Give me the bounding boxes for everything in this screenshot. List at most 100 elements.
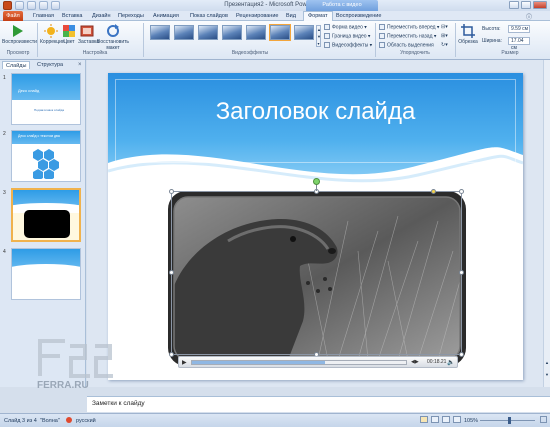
- correction-button[interactable]: Коррекция: [40, 24, 65, 45]
- step-back-icon[interactable]: ◀▶: [411, 359, 419, 365]
- video-style-thumb[interactable]: [150, 25, 170, 40]
- color-button[interactable]: Цвет: [61, 24, 77, 45]
- tab-insert[interactable]: Вставка: [62, 12, 82, 20]
- volume-icon[interactable]: 🔈: [447, 359, 454, 366]
- vertical-scrollbar[interactable]: ▲ ▼: [543, 60, 550, 387]
- video-style-thumb[interactable]: [222, 25, 242, 40]
- resize-handle[interactable]: [459, 189, 464, 194]
- help-icon[interactable]: ⓘ: [526, 12, 532, 21]
- scroll-prev-slide-icon[interactable]: ▲: [545, 360, 549, 365]
- slide-number: 4: [3, 249, 6, 255]
- notes-placeholder[interactable]: Заметки к слайду: [92, 400, 145, 407]
- rotation-handle[interactable]: [313, 178, 320, 185]
- preview-group-label: Просмотр: [6, 50, 30, 56]
- normal-view-icon[interactable]: [420, 416, 428, 423]
- effects-label: Видеоэффекты: [332, 42, 369, 49]
- tab-animations[interactable]: Анимация: [153, 12, 179, 20]
- tab-slides[interactable]: Слайды: [2, 61, 31, 69]
- theme-name: "Волна": [40, 418, 60, 424]
- minimize-button[interactable]: [509, 1, 519, 9]
- height-input[interactable]: 9.59 см: [508, 25, 530, 33]
- tab-design[interactable]: Дизайн: [92, 12, 111, 20]
- slide-thumbnail-2[interactable]: Деко слайд с текстом два: [11, 130, 81, 182]
- poster-frame-button[interactable]: Заставка: [78, 24, 99, 45]
- selection-pane-button[interactable]: Область выделения: [379, 42, 434, 48]
- slide-number: 2: [3, 131, 6, 137]
- scroll-next-slide-icon[interactable]: ▼: [545, 372, 549, 377]
- tab-view[interactable]: Вид: [286, 12, 296, 20]
- slide-title[interactable]: Заголовок слайда: [108, 98, 523, 126]
- shape-icon: [324, 24, 330, 30]
- video-style-thumb[interactable]: [174, 25, 194, 40]
- tab-file[interactable]: Файл: [3, 11, 23, 21]
- slide-thumbnail-3[interactable]: [11, 188, 81, 242]
- video-style-thumb[interactable]: [294, 25, 314, 40]
- resize-handle[interactable]: [169, 352, 174, 357]
- maximize-button[interactable]: [521, 1, 531, 9]
- slide-thumb-title: Деко слайд: [18, 88, 40, 93]
- close-button[interactable]: [533, 1, 547, 9]
- play-pause-icon[interactable]: ▶: [182, 359, 187, 366]
- fit-slide-icon[interactable]: [540, 416, 547, 423]
- slide-thumbnail-1[interactable]: Деко слайд Подзаголовок слайда: [11, 73, 81, 125]
- reset-design-button[interactable]: Восстановить макет: [96, 24, 130, 51]
- window-title: Презентация2 - Microsoft PowerPoint: [224, 2, 326, 8]
- reset-icon: [106, 24, 120, 38]
- ribbon-separator: [37, 23, 38, 57]
- align-icon[interactable]: ⊟▾: [441, 24, 448, 30]
- resize-handle[interactable]: [169, 270, 174, 275]
- language-indicator[interactable]: русский: [76, 418, 96, 424]
- video-style-thumb[interactable]: [246, 25, 266, 40]
- gallery-scroll[interactable]: ▲ ▼ ▾: [316, 25, 321, 47]
- time-readout: 00:18.21: [427, 359, 447, 365]
- slideshow-view-icon[interactable]: [453, 416, 461, 423]
- close-pane-icon[interactable]: ×: [78, 61, 82, 69]
- tab-format[interactable]: Формат: [303, 11, 333, 21]
- window-controls: [509, 1, 547, 9]
- slide-number: 3: [3, 190, 6, 196]
- crop-icon: [461, 24, 475, 38]
- tab-home[interactable]: Главная: [33, 12, 54, 20]
- slide-thumb-subtitle: Подзаголовок слайда: [34, 108, 65, 112]
- poster-frame-icon: [80, 24, 94, 38]
- tab-slideshow[interactable]: Показ слайдов: [190, 12, 228, 20]
- tab-playback[interactable]: Воспроизведение: [336, 12, 381, 20]
- size-group-label: Размер: [501, 50, 519, 56]
- reading-view-icon[interactable]: [442, 416, 450, 423]
- tab-review[interactable]: Рецензирование: [236, 12, 278, 20]
- arrange-group-label: Упорядочить: [400, 50, 430, 56]
- video-controls-bar: ▶ ◀▶ 00:18.21 🔈: [178, 356, 458, 368]
- tab-transitions[interactable]: Переходы: [118, 12, 144, 20]
- video-style-thumb[interactable]: [198, 25, 218, 40]
- rotate-icon[interactable]: ↻▾: [441, 42, 448, 48]
- rotation-line: [316, 184, 317, 191]
- spellcheck-icon[interactable]: [66, 417, 72, 423]
- group-icon[interactable]: ⊞▾: [441, 33, 448, 39]
- video-border-button[interactable]: Граница видео ▾: [324, 33, 370, 39]
- video-style-thumb[interactable]: [269, 24, 291, 41]
- zoom-slider-thumb[interactable]: [508, 417, 511, 424]
- notes-pane[interactable]: [87, 396, 550, 412]
- resize-handle[interactable]: [459, 270, 464, 275]
- send-backward-button[interactable]: Переместить назад ▾: [379, 33, 436, 39]
- slide-sorter-icon[interactable]: [431, 416, 439, 423]
- tab-outline[interactable]: Структура: [34, 61, 66, 69]
- adjust-handle[interactable]: [431, 189, 436, 194]
- bring-forward-icon: [379, 24, 385, 30]
- selection-label: Область выделения: [387, 42, 434, 49]
- ferra-logo-mark: [38, 339, 113, 378]
- resize-handle[interactable]: [169, 189, 174, 194]
- video-effects-button[interactable]: Видеоэффекты ▾: [324, 42, 372, 48]
- resize-handle[interactable]: [459, 352, 464, 357]
- slide-thumbnail-4[interactable]: [11, 248, 81, 300]
- play-button[interactable]: Воспроизвести: [2, 24, 37, 45]
- video-timeline[interactable]: [191, 360, 407, 365]
- ferra-watermark: FERRA.RU: [35, 336, 115, 394]
- bring-forward-button[interactable]: Переместить вперед ▾: [379, 24, 439, 30]
- crop-button[interactable]: Обрезка: [458, 24, 478, 45]
- shape-label: Форма видео: [332, 24, 363, 31]
- zoom-level[interactable]: 105%: [464, 418, 478, 424]
- video-shape-button[interactable]: Форма видео ▾: [324, 24, 367, 30]
- width-input[interactable]: 17.04 см: [508, 37, 530, 51]
- sun-icon: [44, 24, 58, 38]
